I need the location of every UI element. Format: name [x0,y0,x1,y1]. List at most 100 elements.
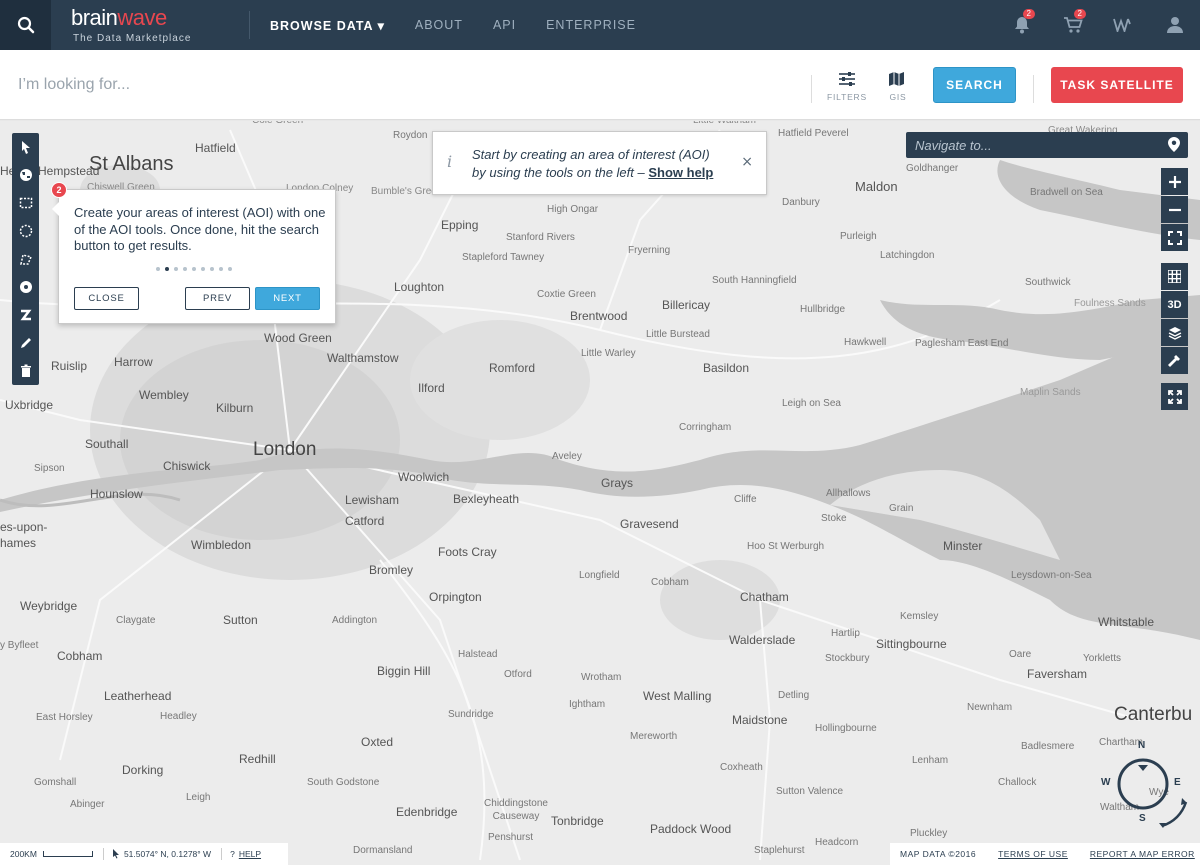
place-label: Chiddingstone Causeway [484,798,548,822]
3d-view-button[interactable]: 3D [1161,291,1188,318]
tour-step-dot[interactable] [201,267,205,271]
satellite-button[interactable] [1161,347,1188,374]
search-button[interactable]: SEARCH [933,67,1016,103]
place-label: Lenham [912,755,949,766]
notifications-button[interactable]: 2 [996,0,1047,50]
nav-item-0[interactable]: BROWSE DATA ▾ [270,18,385,33]
map-data-attribution: MAP DATA ©2016 [900,849,977,859]
user-account-button[interactable] [1149,0,1200,50]
tour-step-dot[interactable] [219,267,223,271]
rectangle-tool[interactable] [12,189,39,217]
tour-step-dot[interactable] [156,267,160,271]
delete-tool[interactable] [12,357,39,385]
edit-tool[interactable] [12,329,39,357]
tour-step-dot[interactable] [165,267,169,271]
place-label: Southall [85,437,129,451]
place-label: Mereworth [630,731,678,742]
search-bar: FILTERS GIS SEARCH TASK SATELLITE [0,50,1200,120]
task-satellite-button[interactable]: TASK SATELLITE [1051,67,1183,103]
tip-line-1: Start by creating an area of interest (A… [472,147,710,162]
zoom-out-button[interactable] [1161,196,1188,223]
place-label: St Albans [89,153,174,175]
gis-button[interactable]: GIS [878,70,918,102]
terms-of-use-link[interactable]: TERMS OF USE [998,849,1068,859]
place-label: Staplehurst [754,845,805,856]
report-map-error-link[interactable]: REPORT A MAP ERROR [1090,849,1195,859]
cart-button[interactable]: 2 [1047,0,1098,50]
filters-button[interactable]: FILTERS [827,70,867,102]
place-label: London [253,439,317,460]
circle-tool[interactable] [12,217,39,245]
fit-bounds-button[interactable] [1161,224,1188,251]
compass-south-label: S [1139,813,1146,824]
next-step-button[interactable]: NEXT [255,287,320,310]
path-tool[interactable] [12,301,39,329]
search-icon [17,16,34,34]
place-label: Wimbledon [191,538,252,552]
grid-button[interactable] [1161,263,1188,290]
fullscreen-button[interactable] [1161,383,1188,410]
place-label: Woolwich [398,470,450,484]
tour-step-dot[interactable] [228,267,232,271]
prev-step-button[interactable]: PREV [185,287,250,310]
close-tip-button[interactable]: × [741,154,753,170]
tour-step-dot[interactable] [183,267,187,271]
show-help-link[interactable]: Show help [648,165,713,180]
tour-step-dot[interactable] [174,267,178,271]
place-label: y Byfleet [0,640,39,651]
place-label: Walderslade [729,633,796,647]
globe-tool[interactable] [12,161,39,189]
zoom-in-button[interactable] [1161,168,1188,195]
place-label: Edenbridge [396,805,458,819]
cart-count-badge: 2 [1073,9,1086,19]
polygon-tool[interactable] [12,245,39,273]
tour-step-dot[interactable] [210,267,214,271]
place-label: South Hanningfield [712,275,797,286]
select-tool[interactable] [12,133,39,161]
compass[interactable]: N S E W [1098,738,1188,833]
place-label: Minster [943,539,983,553]
place-label: Foulness Sands [1074,298,1146,309]
place-label: Aveley [552,451,582,462]
place-label: Sundridge [448,709,494,720]
place-label: Dormansland [353,845,413,856]
place-label: Goldhanger [906,163,959,174]
brainwave-menu-button[interactable] [1098,0,1149,50]
search-icon-button[interactable] [0,0,51,50]
place-label: Addington [332,615,378,626]
place-label: Chiswick [163,459,211,473]
layers-button[interactable] [1161,319,1188,346]
tour-popup: Create your areas of interest (AOI) with… [52,189,336,324]
divider [811,75,812,103]
divider [102,848,104,860]
search-input[interactable] [18,70,718,100]
place-label: Whitstable [1098,615,1155,629]
place-label: Orpington [429,590,482,604]
place-label: Chatham [740,590,789,604]
navigate-input[interactable] [915,135,1155,155]
nav-item-3[interactable]: ENTERPRISE [546,18,636,33]
point-tool[interactable] [12,273,39,301]
place-label: Kemsley [900,611,939,622]
place-label: High Ongar [547,204,599,215]
place-label: Leatherhead [104,689,172,703]
place-label: Abinger [70,799,105,810]
close-tour-button[interactable]: CLOSE [74,287,139,310]
nav-item-2[interactable]: API [493,18,516,33]
tip-line-2: by using the tools on the left – [472,165,645,180]
place-label: Bromley [369,563,414,577]
place-label: Cobham [651,577,689,588]
place-label: Basildon [703,361,750,375]
info-icon: i [447,152,453,171]
location-pin-icon[interactable] [1168,137,1180,152]
place-label: Biggin Hill [377,664,431,678]
place-label: Little Warley [581,348,636,359]
place-label: Grain [889,503,914,514]
place-label: Longfield [579,570,620,581]
circle-select-icon [19,224,32,238]
nav-item-1[interactable]: ABOUT [415,18,463,33]
tour-step-dot[interactable] [192,267,196,271]
brand-logo[interactable]: brainwave The Data Marketplace [71,3,231,47]
help-link[interactable]: HELP [239,849,261,859]
tour-text: Create your areas of interest (AOI) with… [74,205,326,253]
